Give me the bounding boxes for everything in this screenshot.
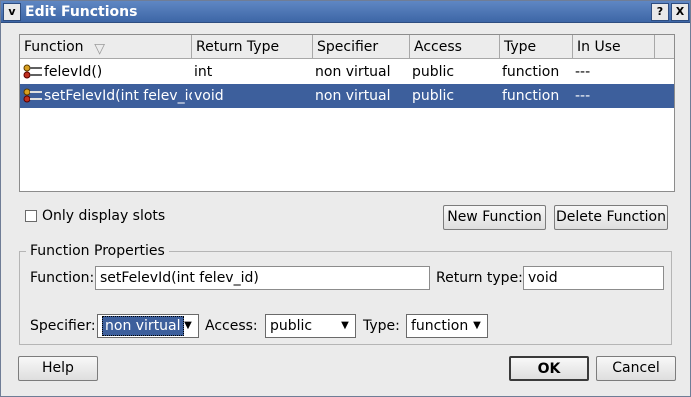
specifier-label: Specifier: (30, 318, 96, 334)
column-header-in-use[interactable]: In Use (573, 35, 655, 59)
ok-button[interactable]: OK (509, 356, 589, 381)
access-select[interactable]: public ▼ (265, 314, 356, 338)
cell-in-use: --- (575, 64, 591, 80)
list-header: Function ▽ Return Type Specifier Access … (20, 35, 674, 59)
title-bar: v Edit Functions ? X (1, 1, 690, 23)
type-label: Type: (363, 318, 400, 334)
column-header-specifier[interactable]: Specifier (313, 35, 410, 59)
specifier-value: non virtual (102, 316, 184, 336)
only-display-slots-label: Only display slots (42, 208, 166, 224)
close-button[interactable]: X (671, 3, 689, 21)
cell-function: setFelevId(int felev_id) (44, 88, 192, 104)
only-display-slots-checkbox[interactable] (25, 210, 37, 222)
return-type-label: Return type: (436, 270, 523, 286)
function-properties-group: Function Properties Function: setFelevId… (19, 242, 672, 345)
help-question-button[interactable]: ? (651, 3, 669, 21)
table-row[interactable]: felevId() int non virtual public functio… (20, 60, 674, 84)
table-row-selected[interactable]: setFelevId(int felev_id) void non virtua… (20, 84, 674, 108)
chevron-down-icon: ▼ (341, 320, 349, 331)
delete-function-button[interactable]: Delete Function (554, 205, 668, 230)
sort-indicator-icon: ▽ (94, 41, 105, 57)
cell-return-type: int (194, 64, 213, 80)
specifier-select[interactable]: non virtual ▼ (97, 314, 199, 338)
function-field[interactable]: setFelevId(int felev_id) (95, 266, 430, 290)
column-header-function[interactable]: Function ▽ (20, 35, 192, 59)
cell-function: felevId() (44, 64, 103, 80)
chevron-down-icon: ▼ (184, 320, 192, 331)
new-function-button[interactable]: New Function (443, 205, 546, 230)
window-title: Edit Functions (25, 4, 138, 20)
functions-list[interactable]: Function ▽ Return Type Specifier Access … (19, 34, 675, 192)
function-properties-title: Function Properties (26, 242, 169, 260)
return-type-field[interactable]: void (523, 266, 664, 290)
access-label: Access: (205, 318, 258, 334)
cell-access: public (412, 64, 455, 80)
cell-type: function (502, 64, 560, 80)
function-label: Function: (30, 270, 95, 286)
function-slot-icon (23, 64, 42, 79)
chevron-down-icon: ▼ (473, 320, 481, 331)
function-slot-icon (23, 88, 42, 103)
cell-specifier: non virtual (315, 64, 391, 80)
cell-specifier: non virtual (315, 88, 391, 104)
column-header-return-type[interactable]: Return Type (192, 35, 313, 59)
cell-in-use: --- (575, 88, 591, 104)
help-button[interactable]: Help (18, 356, 98, 381)
cell-type: function (502, 88, 560, 104)
column-header-access[interactable]: Access (410, 35, 500, 59)
cell-return-type: void (194, 88, 224, 104)
cell-access: public (412, 88, 455, 104)
access-value: public (270, 318, 313, 334)
cancel-button[interactable]: Cancel (596, 356, 676, 381)
edit-functions-dialog: v Edit Functions ? X Function ▽ Return T… (0, 0, 691, 397)
column-header-type[interactable]: Type (500, 35, 573, 59)
window-menu-button[interactable]: v (3, 3, 21, 21)
type-select[interactable]: function ▼ (406, 314, 488, 338)
type-value: function (411, 318, 469, 334)
